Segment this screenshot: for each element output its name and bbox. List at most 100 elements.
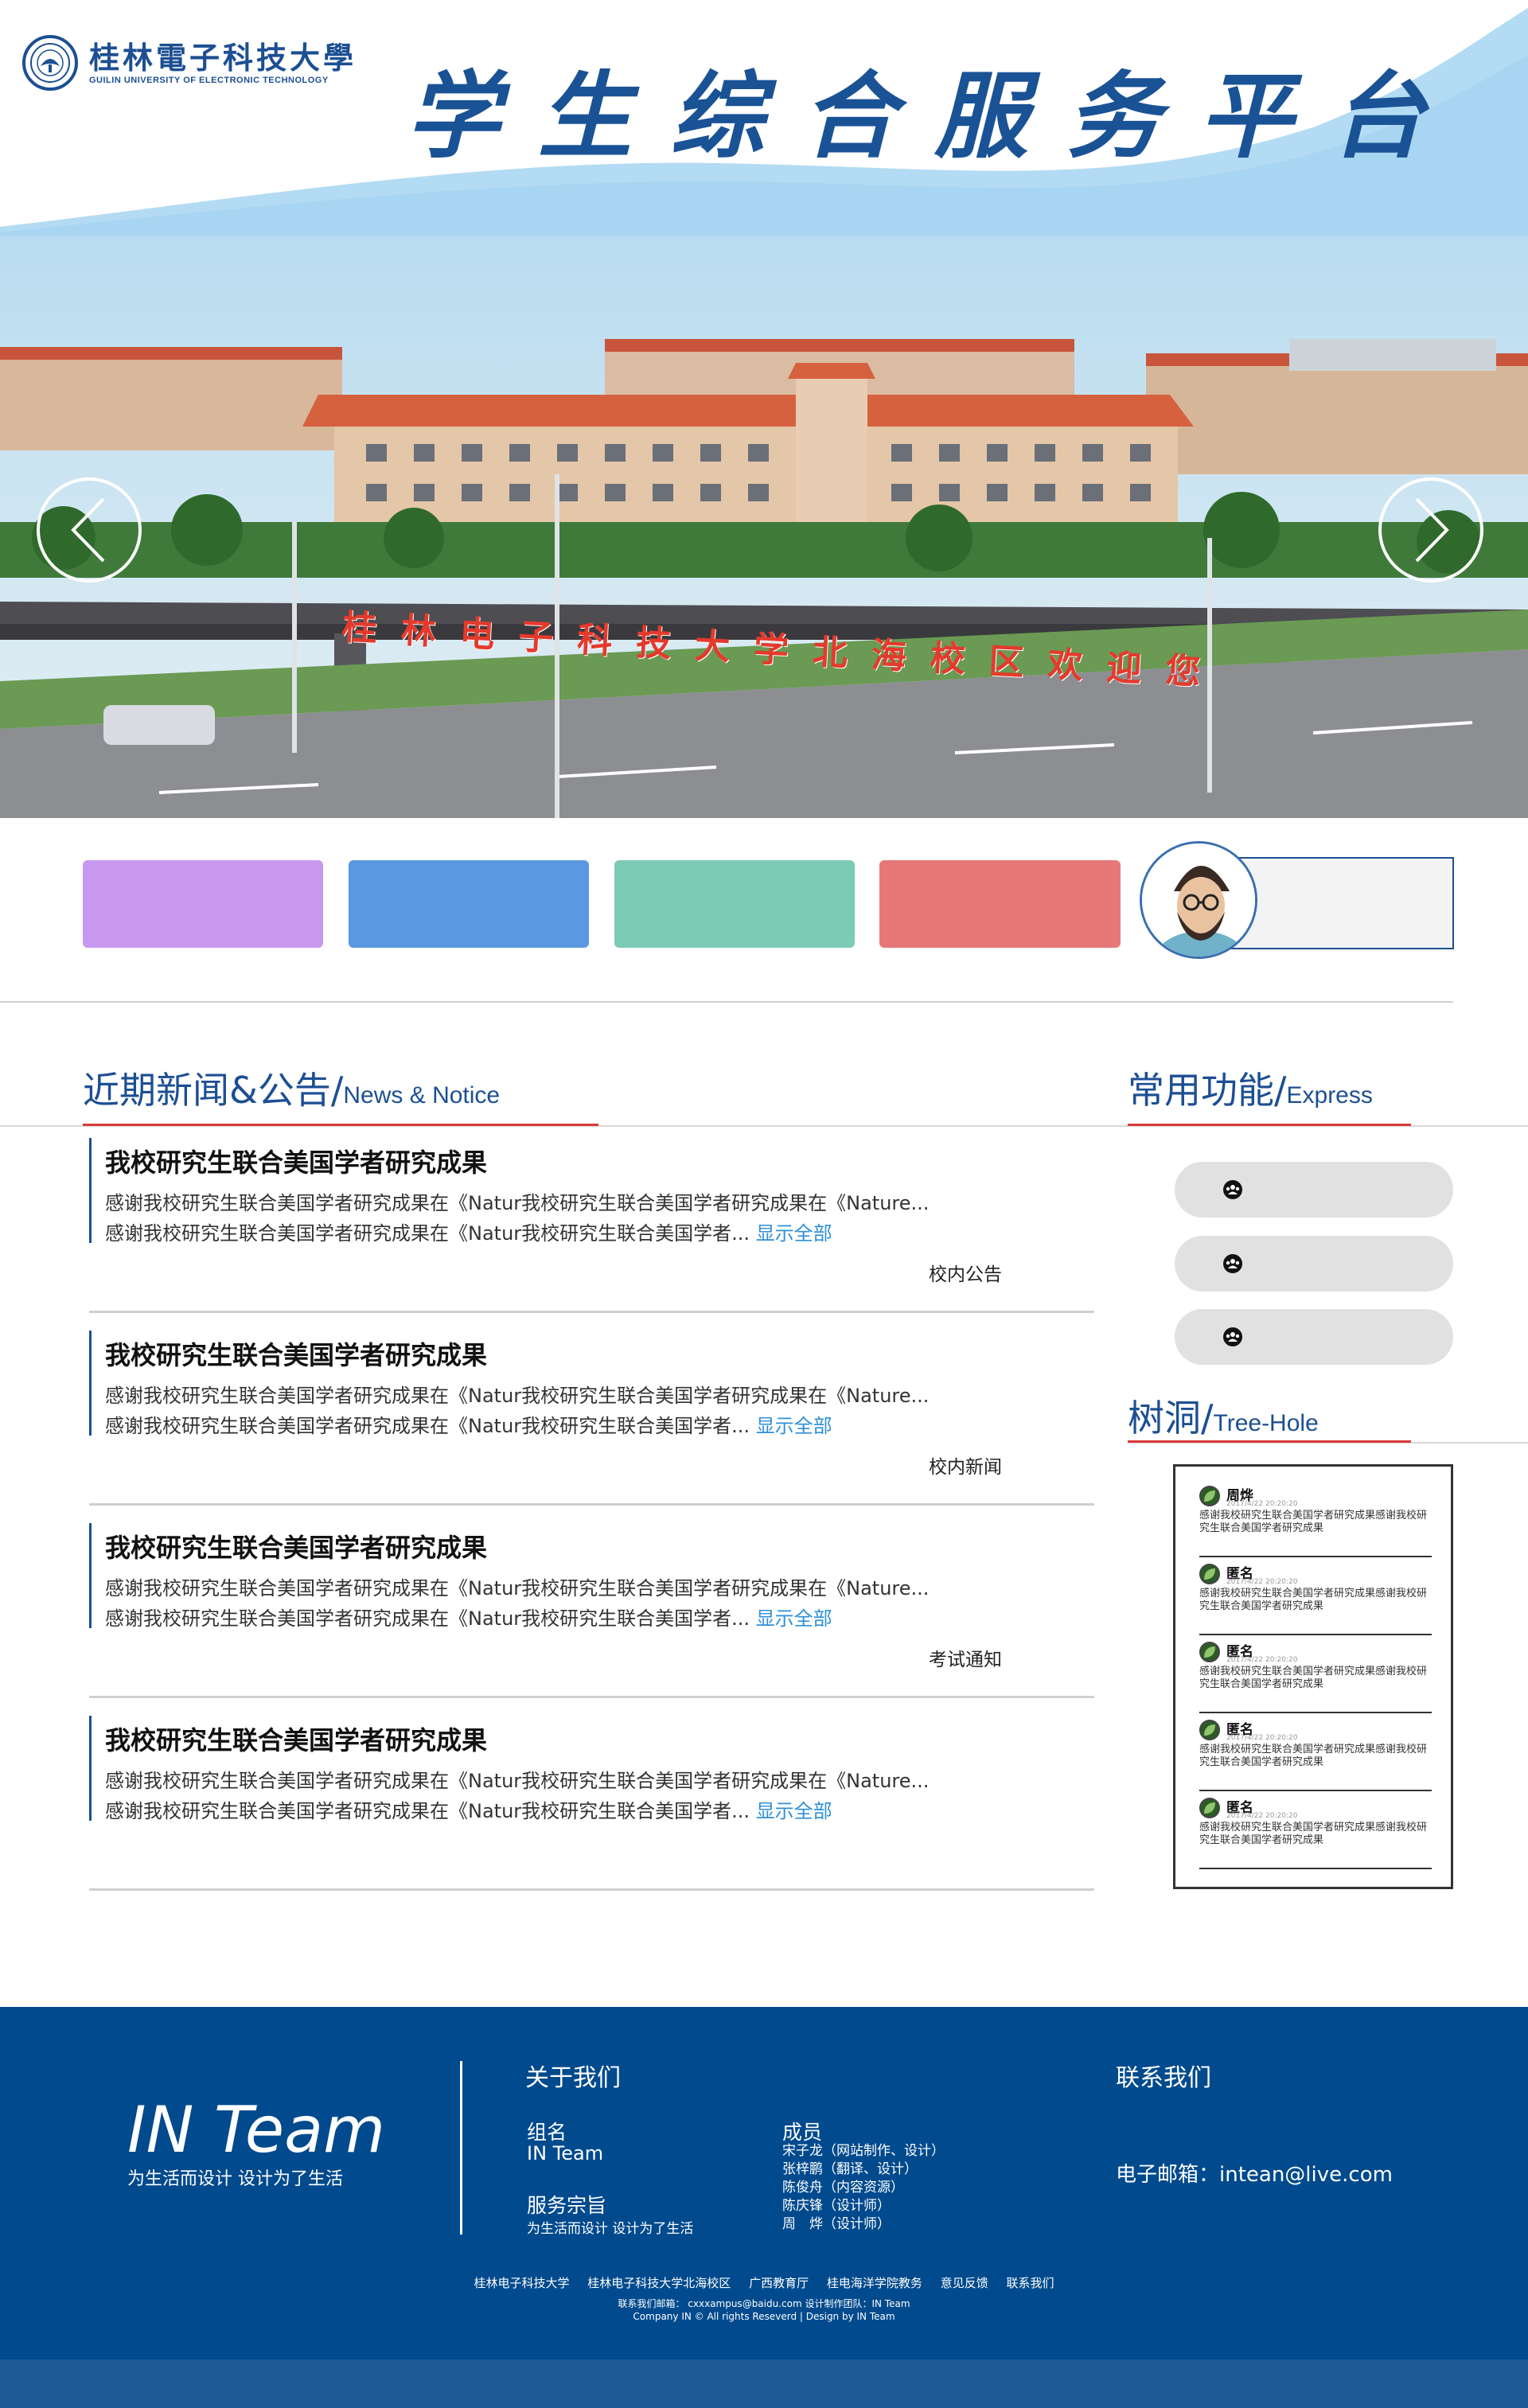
university-logo[interactable]: 桂林電子科技大學 GUILIN UNIVERSITY OF ELECTRONIC… xyxy=(22,35,357,91)
treehole-text: 感谢我校研究生联合美国学者研究成果感谢我校研究生联合美国学者研究成果 xyxy=(1199,1666,1428,1690)
news-title-cn: 近期新闻&公告/ xyxy=(83,1069,344,1112)
treehole-post[interactable]: 周烨 2017/4/22 20:20:20 感谢我校研究生联合美国学者研究成果感… xyxy=(1199,1483,1432,1557)
footer-link[interactable]: 意见反馈 xyxy=(941,2276,988,2290)
news-summary-line: 感谢我校研究生联合美国学者研究成果在《Natur我校研究生联合美国学者研究成果在… xyxy=(105,1192,930,1214)
footer-divider xyxy=(460,2061,462,2235)
logo-text: 桂林電子科技大學 GUILIN UNIVERSITY OF ELECTRONIC… xyxy=(89,40,357,86)
avatar-illustration-icon xyxy=(1142,844,1255,957)
contact-us-heading: 联系我们 xyxy=(1116,2064,1211,2092)
footer-contact-line: 联系我们邮箱： cxxxampus@baidu.com 设计制作团队：IN Te… xyxy=(618,2298,910,2309)
contact-email[interactable]: 电子邮箱：intean@live.com xyxy=(1116,2158,1393,2188)
footer-link[interactable]: 广西教育厅 xyxy=(749,2276,809,2290)
section-divider xyxy=(0,1001,1453,1003)
express-function-button[interactable] xyxy=(1175,1162,1453,1218)
carousel-next-button[interactable] xyxy=(1378,477,1483,583)
show-all-link[interactable]: 显示全部 xyxy=(756,1607,832,1630)
treehole-time: 2017/4/22 20:20:20 xyxy=(1226,1812,1298,1820)
news-heading-accent xyxy=(83,1124,598,1126)
news-item[interactable]: 我校研究生联合美国学者研究成果 感谢我校研究生联合美国学者研究成果在《Natur… xyxy=(89,1708,1094,1891)
treehole-post[interactable]: 匿名 2017/4/22 20:20:20 感谢我校研究生联合美国学者研究成果感… xyxy=(1199,1561,1432,1635)
treehole-post[interactable]: 匿名 2017/4/22 20:20:20 感谢我校研究生联合美国学者研究成果感… xyxy=(1199,1794,1432,1869)
member-item: 陈庆锋（设计师） xyxy=(782,2198,891,2214)
news-accent-bar xyxy=(89,1331,92,1436)
news-section-title: 近期新闻&公告/News & Notice xyxy=(83,1062,500,1114)
show-all-link[interactable]: 显示全部 xyxy=(756,1222,832,1245)
about-us-heading: 关于我们 xyxy=(525,2064,621,2092)
news-title[interactable]: 我校研究生联合美国学者研究成果 xyxy=(105,1143,487,1179)
member-item: 陈俊舟（内容资源） xyxy=(782,2180,904,2196)
team-name: IN Team xyxy=(127,2093,386,2167)
quick-tile-blue[interactable] xyxy=(349,860,589,948)
site-header: 桂林電子科技大學 GUILIN UNIVERSITY OF ELECTRONIC… xyxy=(0,0,1528,239)
express-heading-accent xyxy=(1128,1124,1411,1126)
news-category[interactable]: 考试通知 xyxy=(929,1644,1002,1671)
news-summary-text: 感谢我校研究生联合美国学者研究成果在《Natur我校研究生联合美国学者... xyxy=(105,1800,750,1822)
campus-banner-carousel[interactable]: 桂林电子科技大学北海校区欢迎您 xyxy=(0,236,1528,818)
news-item[interactable]: 我校研究生联合美国学者研究成果 感谢我校研究生联合美国学者研究成果在《Natur… xyxy=(89,1515,1094,1698)
footer-link[interactable]: 联系我们 xyxy=(1006,2276,1054,2290)
members-label: 成员 xyxy=(782,2121,823,2144)
site-title: 学生综合服务平台 xyxy=(406,60,1464,171)
news-summary-text: 感谢我校研究生联合美国学者研究成果在《Natur我校研究生联合美国学者... xyxy=(105,1607,750,1630)
news-item[interactable]: 我校研究生联合美国学者研究成果 感谢我校研究生联合美国学者研究成果在《Natur… xyxy=(89,1323,1094,1506)
member-item: 张梓鹏（翻译、设计） xyxy=(782,2161,918,2177)
news-summary-line: 感谢我校研究生联合美国学者研究成果在《Natur我校研究生联合美国学者研究成果在… xyxy=(105,1770,930,1792)
footer-copyright: Company IN © All rights Reseverd | Desig… xyxy=(633,2311,895,2322)
footer-link[interactable]: 桂林电子科技大学北海校区 xyxy=(587,2276,731,2290)
news-summary-line: 感谢我校研究生联合美国学者研究成果在《Natur我校研究生联合美国学者... 显… xyxy=(105,1603,832,1631)
purpose-label: 服务宗旨 xyxy=(527,2194,607,2217)
quick-tile-purple[interactable] xyxy=(83,860,323,948)
news-item[interactable]: 我校研究生联合美国学者研究成果 感谢我校研究生联合美国学者研究成果在《Natur… xyxy=(89,1130,1094,1313)
university-seal-icon xyxy=(22,35,78,91)
treehole-text: 感谢我校研究生联合美国学者研究成果感谢我校研究生联合美国学者研究成果 xyxy=(1199,1744,1428,1768)
chevron-left-icon xyxy=(71,497,105,563)
group-icon xyxy=(1223,1180,1242,1199)
express-title-en: Express xyxy=(1286,1082,1373,1109)
footer-link[interactable]: 桂林电子科技大学 xyxy=(474,2276,570,2290)
team-slogan: 为生活而设计 设计为了生活 xyxy=(127,2169,343,2189)
quick-tile-red[interactable] xyxy=(879,860,1121,948)
express-section-title: 常用功能/Express xyxy=(1128,1062,1373,1114)
treehole-post[interactable]: 匿名 2017/4/22 20:20:20 感谢我校研究生联合美国学者研究成果感… xyxy=(1199,1716,1432,1791)
news-summary-text: 感谢我校研究生联合美国学者研究成果在《Natur我校研究生联合美国学者... xyxy=(105,1415,750,1437)
treehole-text: 感谢我校研究生联合美国学者研究成果感谢我校研究生联合美国学者研究成果 xyxy=(1199,1588,1428,1612)
news-title[interactable]: 我校研究生联合美国学者研究成果 xyxy=(105,1720,487,1757)
news-summary-line: 感谢我校研究生联合美国学者研究成果在《Natur我校研究生联合美国学者... 显… xyxy=(105,1410,832,1438)
news-title-en: News & Notice xyxy=(343,1082,501,1109)
treehole-text: 感谢我校研究生联合美国学者研究成果感谢我校研究生联合美国学者研究成果 xyxy=(1199,1822,1428,1846)
news-accent-bar xyxy=(89,1716,92,1821)
treehole-time: 2017/4/22 20:20:20 xyxy=(1226,1734,1298,1742)
logo-chinese-name: 桂林電子科技大學 xyxy=(89,40,357,76)
quick-tile-green[interactable] xyxy=(614,860,855,948)
news-summary-line: 感谢我校研究生联合美国学者研究成果在《Natur我校研究生联合美国学者... 显… xyxy=(105,1218,832,1245)
news-category[interactable]: 校内公告 xyxy=(929,1259,1002,1286)
campus-photo xyxy=(0,236,1528,818)
group-value: IN Team xyxy=(527,2142,604,2164)
group-icon xyxy=(1223,1327,1242,1346)
treehole-title-cn: 树洞/ xyxy=(1128,1397,1214,1440)
site-footer: IN Team 为生活而设计 设计为了生活 关于我们 组名 IN Team 服务… xyxy=(0,2007,1528,2408)
treehole-post[interactable]: 匿名 2017/4/22 20:20:20 感谢我校研究生联合美国学者研究成果感… xyxy=(1199,1638,1432,1713)
news-accent-bar xyxy=(89,1523,92,1628)
express-function-button[interactable] xyxy=(1175,1236,1453,1292)
member-item: 宋子龙（网站制作、设计） xyxy=(782,2143,945,2159)
user-avatar[interactable] xyxy=(1140,841,1257,959)
treehole-time: 2017/4/22 20:20:20 xyxy=(1226,1656,1298,1664)
news-summary-line: 感谢我校研究生联合美国学者研究成果在《Natur我校研究生联合美国学者研究成果在… xyxy=(105,1577,930,1599)
news-category[interactable]: 校内新闻 xyxy=(929,1451,1002,1479)
footer-bottom-strip xyxy=(0,2359,1528,2408)
treehole-text: 感谢我校研究生联合美国学者研究成果感谢我校研究生联合美国学者研究成果 xyxy=(1199,1510,1428,1534)
news-summary-line: 感谢我校研究生联合美国学者研究成果在《Natur我校研究生联合美国学者研究成果在… xyxy=(105,1385,930,1407)
news-title[interactable]: 我校研究生联合美国学者研究成果 xyxy=(105,1335,487,1372)
leaf-avatar-icon xyxy=(1199,1798,1220,1818)
leaf-avatar-icon xyxy=(1199,1564,1220,1584)
show-all-link[interactable]: 显示全部 xyxy=(756,1800,832,1822)
footer-link[interactable]: 桂电海洋学院教务 xyxy=(827,2276,922,2290)
treehole-title-en: Tree-Hole xyxy=(1213,1410,1319,1436)
express-function-button[interactable] xyxy=(1175,1309,1453,1365)
news-title[interactable]: 我校研究生联合美国学者研究成果 xyxy=(105,1528,487,1564)
show-all-link[interactable]: 显示全部 xyxy=(756,1415,832,1437)
member-item: 周 烨（设计师） xyxy=(782,2216,891,2232)
footer-links: 桂林电子科技大学 桂林电子科技大学北海校区 广西教育厅 桂电海洋学院教务 意见反… xyxy=(0,2274,1528,2291)
carousel-prev-button[interactable] xyxy=(37,477,142,583)
